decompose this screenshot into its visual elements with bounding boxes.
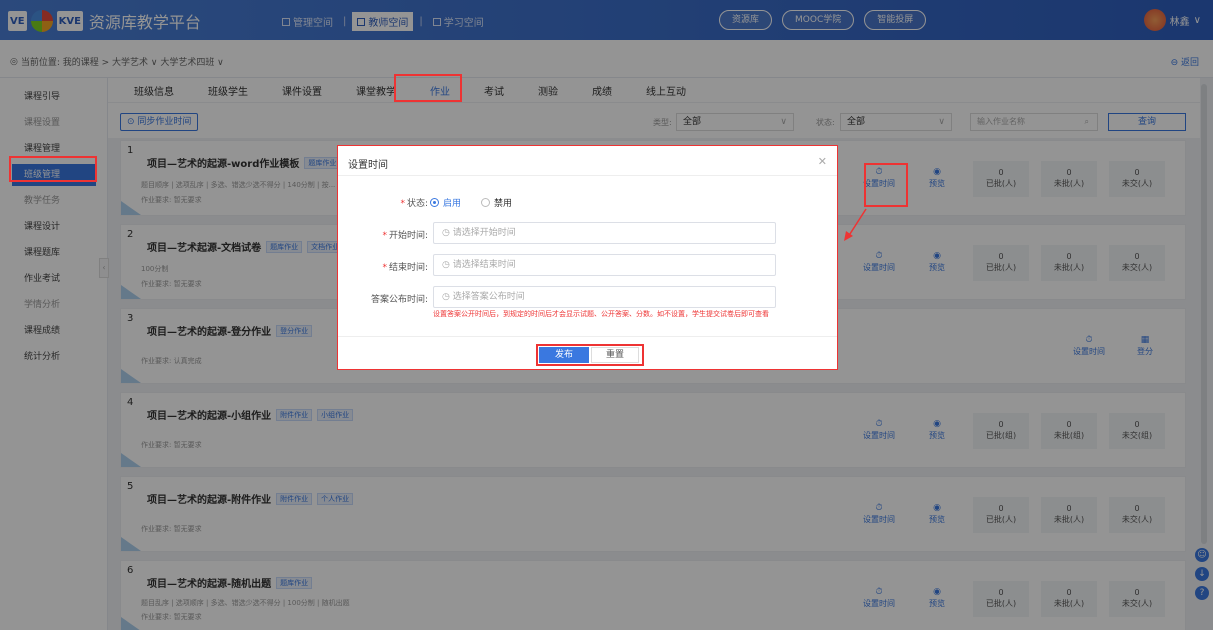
status-row: * 状态: 启用 禁用 <box>338 190 838 212</box>
status-field-label: 状态: <box>406 199 428 209</box>
status-enable-radio[interactable]: 启用 <box>430 196 461 209</box>
dialog-button-group: 发布 重置 <box>536 344 644 366</box>
status-disable-radio[interactable]: 禁用 <box>481 196 512 209</box>
clock-icon: ◷ <box>442 228 453 238</box>
answer-time-row: 答案公布时间: ◷ 选择答案公布时间 <box>338 286 838 308</box>
end-time-row: * 结束时间: ◷ 请选择结束时间 <box>338 254 838 276</box>
clock-icon: ◷ <box>442 260 453 270</box>
answer-publish-time-input[interactable]: ◷ 选择答案公布时间 <box>433 286 776 308</box>
publish-button[interactable]: 发布 <box>539 347 589 363</box>
end-time-input[interactable]: ◷ 请选择结束时间 <box>433 254 776 276</box>
end-time-label: 结束时间: <box>388 263 428 273</box>
answer-time-hint: 设置答案公开时间后，到规定的时间后才会显示试题、公开答案、分数。如不设置，学生提… <box>433 310 769 318</box>
dialog-header: 设置时间 ✕ <box>338 146 837 176</box>
start-time-label: 开始时间: <box>388 231 428 241</box>
reset-button[interactable]: 重置 <box>591 347 639 363</box>
dialog-title: 设置时间 <box>348 160 388 171</box>
clock-icon: ◷ <box>442 292 453 302</box>
annotation-arrow-icon <box>844 208 867 241</box>
dialog-footer: 发布 重置 <box>338 336 837 370</box>
radio-checked-icon <box>430 198 439 207</box>
start-time-input[interactable]: ◷ 请选择开始时间 <box>433 222 776 244</box>
radio-unchecked-icon <box>481 198 490 207</box>
start-time-row: * 开始时间: ◷ 请选择开始时间 <box>338 222 838 244</box>
close-icon[interactable]: ✕ <box>818 155 827 168</box>
set-time-dialog: 设置时间 ✕ * 状态: 启用 禁用 * 开始时间: ◷ 请选择开始时间 * 结束时间… <box>337 145 838 370</box>
answer-time-label: 答案公布时间: <box>370 295 428 305</box>
